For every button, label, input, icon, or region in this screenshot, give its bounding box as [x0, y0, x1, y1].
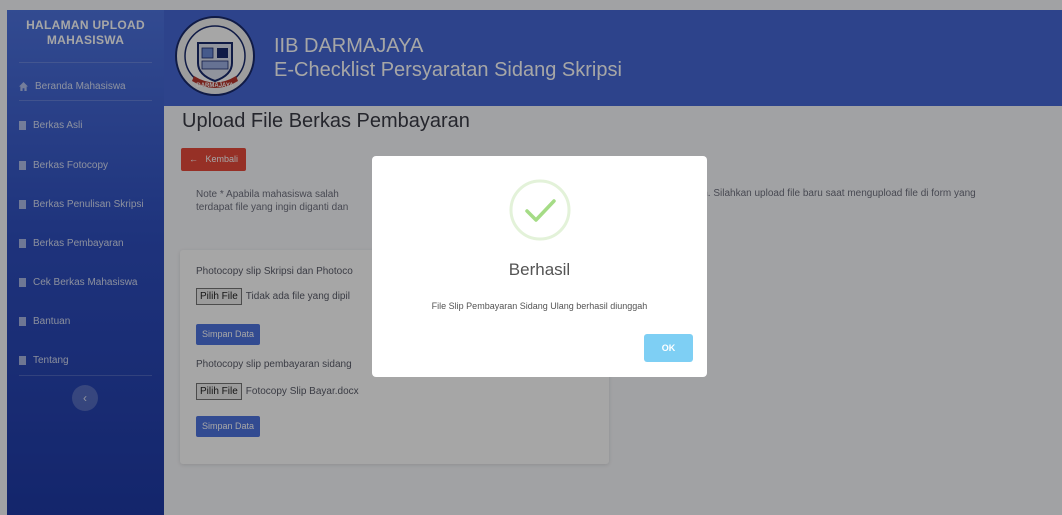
- modal-title: Berhasil: [508, 260, 571, 279]
- success-dialog: Berhasil File Slip Pembayaran Sidang Ula…: [372, 156, 707, 377]
- success-check-icon: [509, 179, 571, 241]
- ok-button[interactable]: OK: [644, 334, 693, 362]
- modal-message: File Slip Pembayaran Sidang Ulang berhas…: [431, 301, 648, 311]
